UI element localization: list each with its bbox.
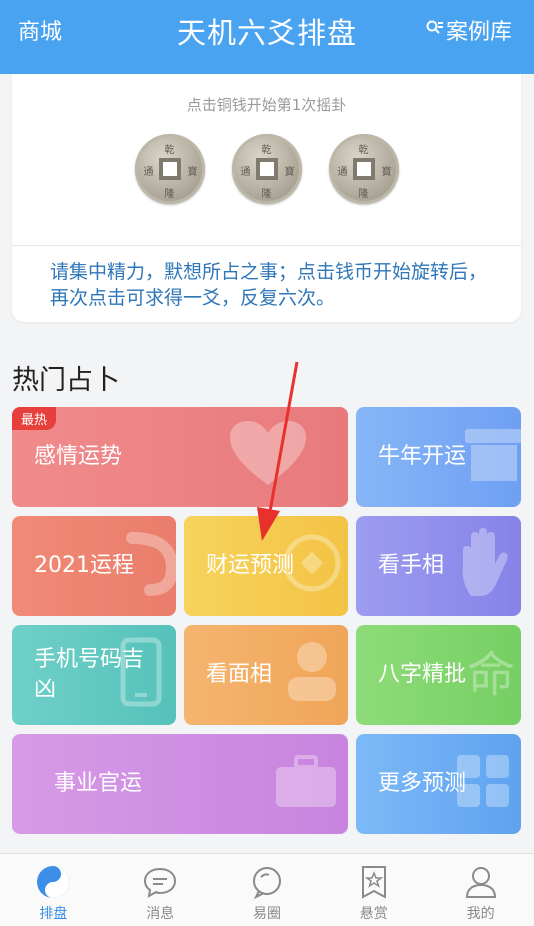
tab-label: 悬赏 [359, 906, 388, 922]
tab-yi-circle[interactable]: 易圈 [214, 854, 321, 926]
tab-paipan[interactable]: 排盘 [0, 854, 107, 926]
tile-palm-reading[interactable]: 看手相 [356, 516, 521, 616]
search-list-icon [426, 20, 444, 40]
tile-label: 更多预测 [378, 771, 467, 796]
tile-label: 财运预测 [206, 553, 295, 578]
briefcase-icon [274, 753, 338, 815]
shop-icon [459, 419, 521, 495]
tile-label: 看面相 [206, 662, 273, 687]
tab-label: 我的 [466, 906, 495, 922]
user-icon [465, 867, 496, 898]
tile-emotion-fortune[interactable]: 最热 感情运势 [12, 407, 348, 507]
tab-messages[interactable]: 消息 [107, 854, 214, 926]
hot-badge: 最热 [12, 407, 57, 430]
tile-more-predictions[interactable]: 更多预测 [356, 734, 521, 834]
tile-face-reading[interactable]: 看面相 [184, 625, 348, 725]
hand-icon [457, 526, 513, 606]
instruction-text: 请集中精力，默想所占之事；点击钱币开始旋转后，再次点击可求得一爻，反复六次。 [50, 261, 488, 309]
section-title: 热门占卜 [12, 365, 120, 396]
tile-label: 八字精批 [378, 662, 467, 687]
tile-label: 手机号码吉凶 [34, 647, 145, 702]
tile-label: 看手相 [378, 553, 445, 578]
star-bookmark-icon [361, 866, 386, 899]
tile-label: 事业官运 [54, 771, 143, 796]
tab-me[interactable]: 我的 [427, 854, 534, 926]
top-nav-bar: 商城 天机六爻排盘 案例库 [0, 0, 534, 74]
coin-toss-card: 点击铜钱开始第1次摇卦 乾隆通寶 乾隆通寶 乾隆通寶 请集中精力，默想所占之事；… [12, 74, 521, 322]
case-library-button[interactable]: 案例库 [426, 14, 512, 46]
tile-label: 牛年开运 [378, 444, 467, 469]
tile-bazi-analysis[interactable]: 八字精批 命 [356, 625, 521, 725]
tile-career-fortune[interactable]: 事业官运 [12, 734, 348, 834]
tab-bounty[interactable]: 悬赏 [320, 854, 427, 926]
divider [12, 245, 521, 246]
person-icon [284, 639, 340, 711]
bottom-tab-bar: 排盘 消息 易圈 悬赏 我的 [0, 853, 534, 926]
coin-row: 乾隆通寶 乾隆通寶 乾隆通寶 [12, 134, 521, 204]
copper-coin-icon[interactable]: 乾隆通寶 [134, 134, 205, 204]
copper-coin-icon[interactable]: 乾隆通寶 [328, 134, 399, 204]
tile-label: 2021运程 [34, 553, 134, 578]
fate-character-icon: 命 [466, 647, 515, 703]
toss-hint: 点击铜钱开始第1次摇卦 [186, 96, 347, 114]
tile-wealth-prediction[interactable]: 财运预测 [184, 516, 348, 616]
heart-icon [228, 419, 308, 495]
case-library-label: 案例库 [445, 20, 512, 45]
chat-bubble-icon [144, 867, 177, 898]
tile-ox-year-luck[interactable]: 牛年开运 [356, 407, 521, 507]
copper-coin-icon[interactable]: 乾隆通寶 [231, 134, 302, 204]
tile-2021-fortune[interactable]: 2021运程 [12, 516, 176, 616]
circle-bubble-icon [252, 867, 281, 900]
tile-phone-number-luck[interactable]: 手机号码吉凶 [12, 625, 176, 725]
tab-label: 消息 [146, 906, 175, 922]
tab-label: 易圈 [252, 906, 281, 922]
yin-yang-icon [37, 866, 70, 898]
tab-label: 排盘 [39, 906, 68, 922]
tile-label: 感情运势 [34, 444, 123, 469]
